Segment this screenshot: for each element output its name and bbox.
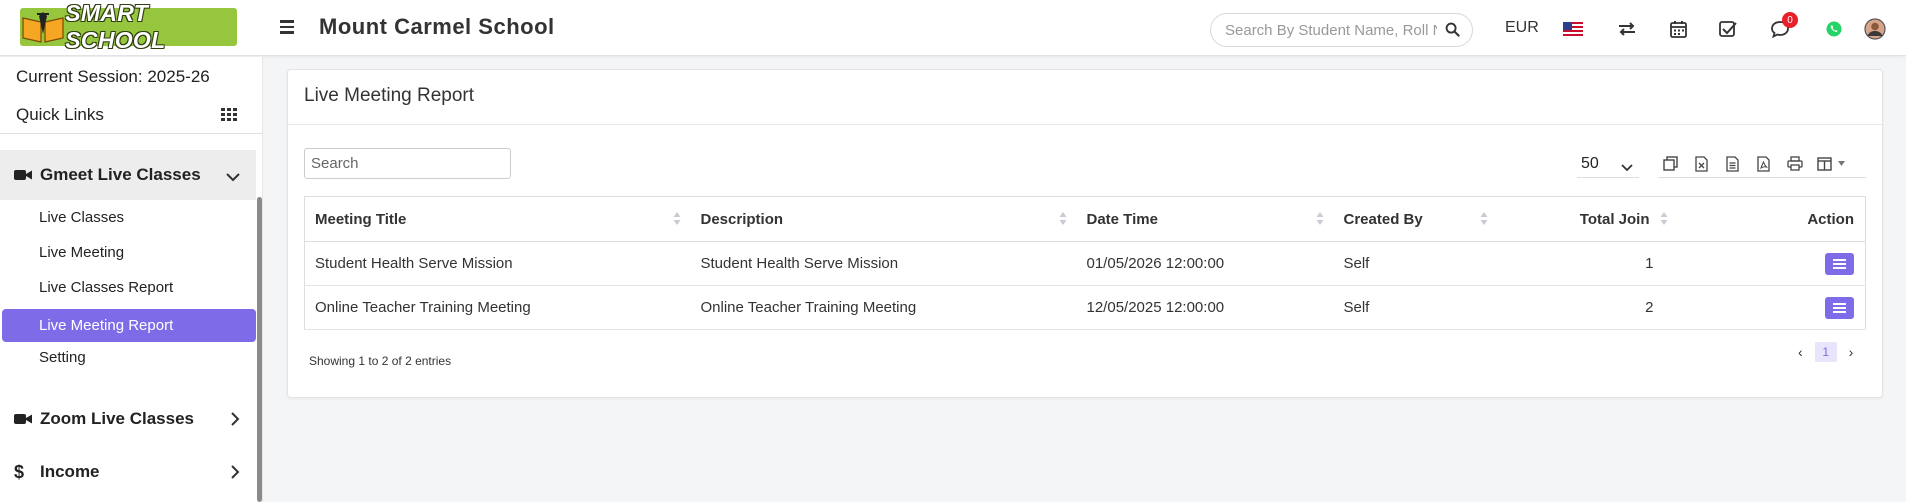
chevron-right-icon — [230, 411, 240, 431]
cell-date-time: 12/05/2025 12:00:00 — [1076, 285, 1334, 330]
column-header-meeting-title[interactable]: Meeting Title — [304, 196, 691, 242]
export-toolbar — [1658, 150, 1866, 178]
cell-meeting-title: Student Health Serve Mission — [304, 241, 691, 286]
calendar-icon[interactable] — [1667, 18, 1689, 40]
pagination: ‹ 1 › — [1798, 341, 1853, 363]
table-row: Student Health Serve Mission Student Hea… — [304, 241, 1866, 286]
divider — [288, 124, 1882, 125]
sidebar-group-label: Gmeet Live Classes — [40, 165, 201, 184]
cell-meeting-title: Online Teacher Training Meeting — [304, 285, 691, 330]
user-avatar[interactable] — [1864, 18, 1886, 40]
sidebar-scrollbar[interactable] — [257, 197, 262, 502]
pagination-next[interactable]: › — [1849, 344, 1854, 360]
sidebar-group-gmeet-live-classes[interactable]: Gmeet Live Classes — [0, 150, 256, 200]
csv-icon[interactable] — [1724, 155, 1741, 172]
sidebar-group-income[interactable]: $ Income — [0, 447, 256, 497]
copy-icon[interactable] — [1662, 155, 1679, 172]
sort-icon — [1660, 212, 1667, 225]
pagination-page-1[interactable]: 1 — [1814, 342, 1837, 362]
whatsapp-icon[interactable] — [1823, 18, 1845, 40]
sort-icon — [1480, 212, 1487, 225]
school-name: Mount Carmel School — [319, 14, 555, 39]
us-flag-icon[interactable] — [1562, 18, 1584, 40]
page-size-select[interactable]: 50 — [1577, 150, 1639, 178]
table-search-input[interactable] — [304, 148, 511, 179]
column-header-created-by[interactable]: Created By — [1333, 196, 1498, 242]
top-header: SMART SCHOOL Mount Carmel School EUR 0 — [0, 0, 1906, 56]
table-info: Showing 1 to 2 of 2 entries — [309, 354, 452, 368]
cell-total-join: 2 — [1497, 285, 1668, 330]
video-camera-icon — [14, 169, 32, 181]
grid-icon[interactable] — [221, 108, 237, 122]
sidebar-group-zoom-live-classes[interactable]: Zoom Live Classes — [0, 394, 256, 444]
menu-toggle-icon[interactable] — [276, 16, 298, 38]
search-icon[interactable] — [1445, 22, 1460, 42]
cell-description: Online Teacher Training Meeting — [690, 285, 1077, 330]
columns-icon[interactable] — [1817, 155, 1845, 172]
table-header-row: Meeting Title Description Date Time Crea… — [304, 196, 1866, 242]
student-search-input[interactable] — [1225, 22, 1437, 39]
meeting-report-table: Meeting Title Description Date Time Crea… — [304, 196, 1866, 330]
pagination-prev[interactable]: ‹ — [1798, 344, 1803, 360]
sort-icon — [1316, 212, 1323, 225]
page-size-value: 50 — [1581, 154, 1599, 172]
logo-text: SMART SCHOOL — [65, 0, 166, 53]
divider — [0, 133, 263, 134]
sidebar-item-live-meeting[interactable]: Live Meeting — [0, 236, 256, 269]
column-header-total-join[interactable]: Total Join — [1497, 196, 1668, 242]
pdf-icon[interactable] — [1755, 155, 1772, 172]
chat-notification-icon[interactable]: 0 — [1769, 12, 1798, 40]
cell-action — [1667, 241, 1866, 286]
currency-selector[interactable]: EUR — [1505, 19, 1539, 37]
cell-description: Student Health Serve Mission — [690, 241, 1077, 286]
cell-date-time: 01/05/2026 12:00:00 — [1076, 241, 1334, 286]
chevron-down-icon — [226, 167, 240, 187]
dollar-icon: $ — [14, 461, 25, 482]
chevron-down-icon — [1621, 159, 1633, 177]
app-logo[interactable]: SMART SCHOOL — [20, 0, 237, 53]
cell-action — [1667, 285, 1866, 330]
column-header-date-time[interactable]: Date Time — [1076, 196, 1334, 242]
print-icon[interactable] — [1786, 155, 1803, 172]
quick-links[interactable]: Quick Links — [16, 105, 104, 125]
cell-created-by: Self — [1333, 241, 1498, 286]
video-camera-icon — [14, 413, 32, 425]
switch-icon[interactable] — [1616, 18, 1638, 40]
task-check-icon[interactable] — [1717, 18, 1739, 40]
student-search-box — [1210, 13, 1473, 47]
view-list-button[interactable] — [1825, 296, 1854, 319]
page-title: Live Meeting Report — [304, 85, 475, 106]
sidebar-item-setting[interactable]: Setting — [0, 341, 256, 374]
sort-icon — [1059, 212, 1066, 225]
current-session[interactable]: Current Session: 2025-26 — [16, 67, 210, 87]
table-row: Online Teacher Training Meeting Online T… — [304, 285, 1866, 330]
sidebar: Current Session: 2025-26 Quick Links Gme… — [0, 57, 263, 502]
book-logo-icon — [20, 8, 65, 46]
report-card: Live Meeting Report 50 Me — [287, 69, 1883, 398]
sidebar-group-label: Income — [40, 462, 100, 481]
sidebar-group-label: Zoom Live Classes — [40, 409, 195, 428]
cell-total-join: 1 — [1497, 241, 1668, 286]
column-header-action: Action — [1667, 196, 1866, 242]
sidebar-item-live-classes-report[interactable]: Live Classes Report — [0, 271, 256, 304]
chevron-right-icon — [230, 464, 240, 484]
column-header-description[interactable]: Description — [690, 196, 1077, 242]
sort-icon — [673, 212, 680, 225]
sidebar-item-live-classes[interactable]: Live Classes — [0, 201, 256, 234]
sidebar-item-live-meeting-report[interactable]: Live Meeting Report — [2, 309, 256, 342]
view-list-button[interactable] — [1825, 252, 1854, 275]
excel-icon[interactable] — [1693, 155, 1710, 172]
cell-created-by: Self — [1333, 285, 1498, 330]
notification-badge: 0 — [1782, 12, 1798, 28]
